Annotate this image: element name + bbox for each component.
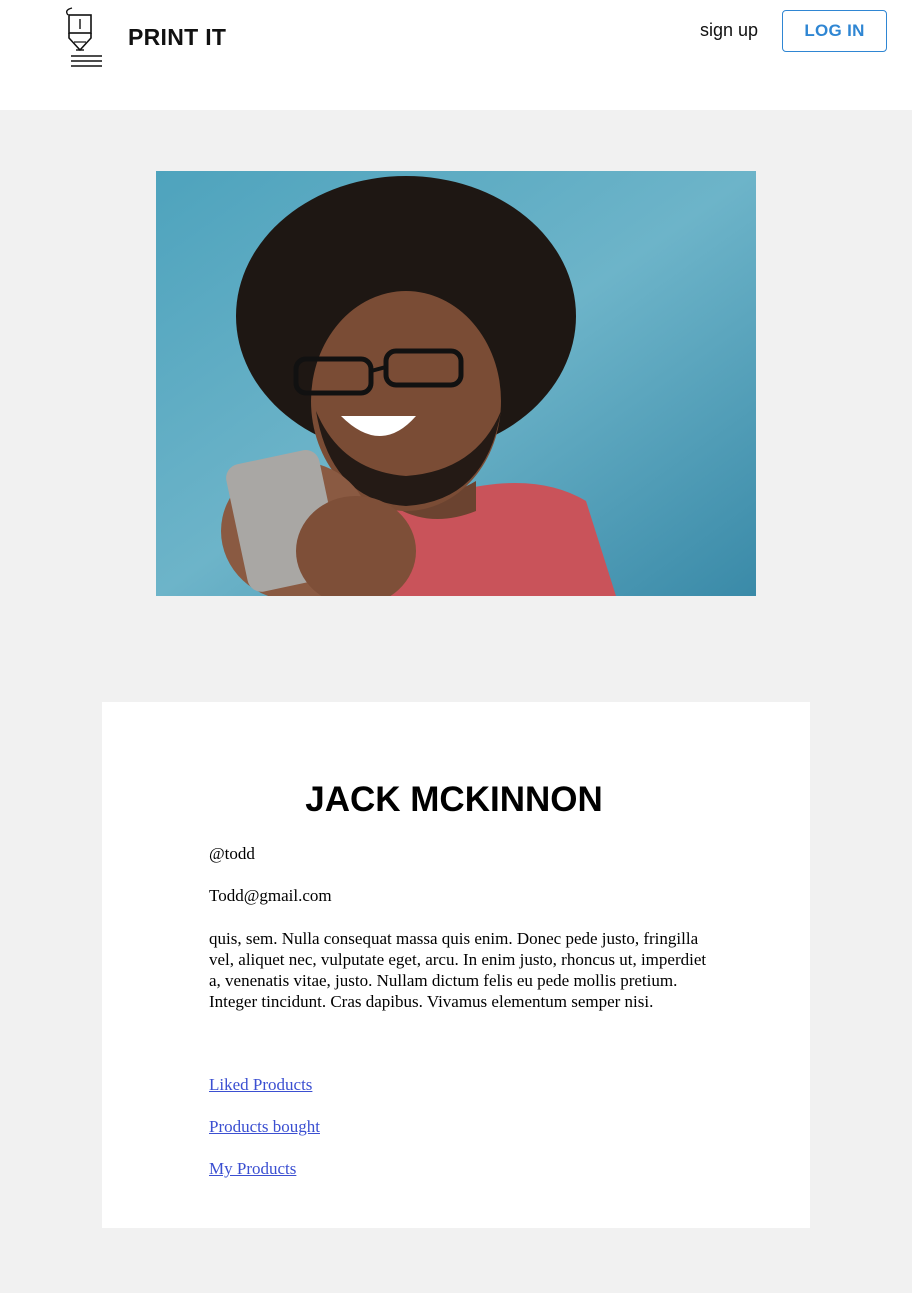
signup-link[interactable]: sign up [700,20,758,41]
my-products-link[interactable]: My Products [209,1159,296,1179]
profile-email: Todd@gmail.com [209,886,332,905]
login-button[interactable]: LOG IN [782,10,887,52]
profile-handle: @todd [209,844,255,863]
profile-photo [156,171,756,596]
top-header: PRINT IT sign up LOG IN [0,0,912,110]
3d-printer-nozzle-icon[interactable] [60,6,106,70]
liked-products-link[interactable]: Liked Products [209,1075,312,1095]
products-bought-link[interactable]: Products bought [209,1117,320,1137]
brand-name[interactable]: PRINT IT [128,24,226,51]
profile-name: JACK MCKINNON [305,780,603,819]
profile-card: JACK MCKINNON @todd Todd@gmail.com quis,… [102,702,810,1228]
profile-bio: quis, sem. Nulla consequat massa quis en… [209,929,707,1011]
